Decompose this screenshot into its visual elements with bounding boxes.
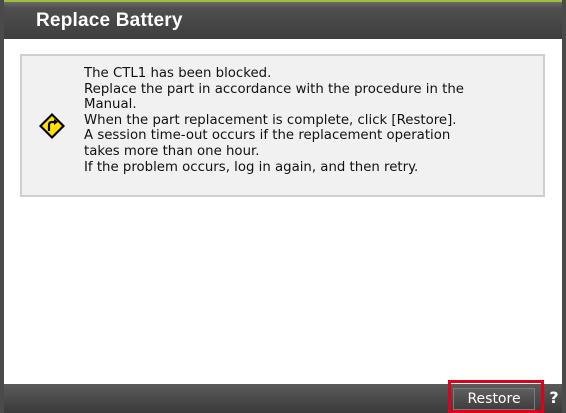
message-line: If the problem occurs, log in again, and… xyxy=(84,159,419,175)
message-text: The CTL1 has been blocked. Replace the p… xyxy=(84,66,544,175)
message-line: takes more than one hour. xyxy=(84,143,260,159)
message-line: When the part replacement is complete, c… xyxy=(84,112,457,128)
replace-battery-dialog: Replace Battery The CTL1 has been blocke… xyxy=(0,0,566,413)
message-line: Replace the part in accordance with the … xyxy=(84,81,464,97)
message-line: Manual. xyxy=(84,97,137,113)
warning-diamond-icon xyxy=(38,112,66,140)
help-button[interactable]: ? xyxy=(546,386,562,410)
message-line: A session time-out occurs if the replace… xyxy=(84,128,451,144)
message-line: The CTL1 has been blocked. xyxy=(84,66,272,81)
dialog-title: Replace Battery xyxy=(36,10,183,31)
message-panel: The CTL1 has been blocked. Replace the p… xyxy=(20,54,545,197)
restore-button[interactable]: Restore xyxy=(453,388,535,410)
dialog-title-bar: Replace Battery xyxy=(4,0,562,39)
